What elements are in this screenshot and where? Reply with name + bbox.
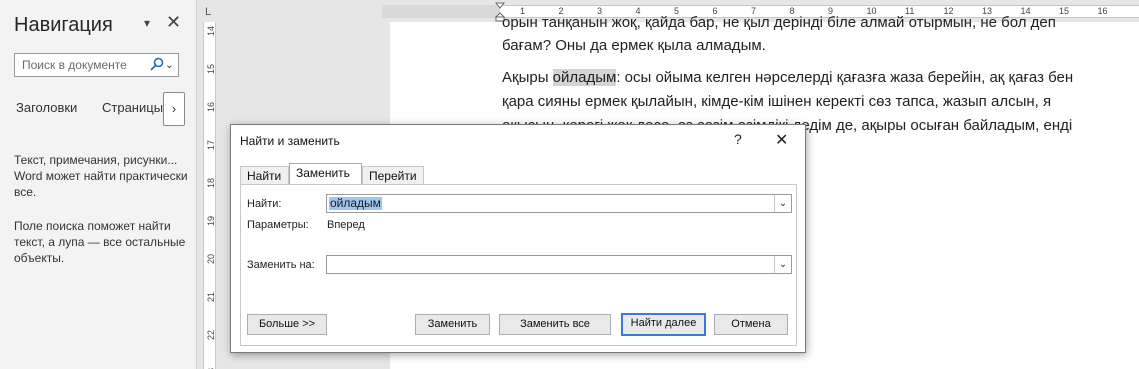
replace-field[interactable]: ⌄ [326,255,792,274]
ruler-number: 14 [206,26,216,37]
close-icon[interactable]: ✕ [166,12,181,33]
find-replace-dialog: Найти и заменить ? ✕ Найти Заменить Пере… [230,124,806,353]
tab-headings[interactable]: Заголовки [16,100,77,115]
replace-label: Заменить на: [247,259,315,271]
doc-line-2-end: : осы ойыма келген нәрселерді қағазға жа… [616,69,1074,86]
find-next-button[interactable]: Найти далее [621,313,706,336]
ruler-number: 21 [206,292,216,303]
replace-panel: Найти: ойладым ⌄ Параметры: Вперед Замен… [240,184,797,346]
replace-all-button[interactable]: Заменить все [499,314,611,335]
find-label: Найти: [247,198,282,210]
close-icon[interactable]: ✕ [775,130,788,150]
ruler-margin-zone [382,5,500,18]
ruler-number: 22 [206,330,216,341]
chevron-down-icon[interactable]: ⌄ [774,195,791,212]
search-highlight: ойладым [552,69,617,86]
tab-goto[interactable]: Перейти [362,166,424,185]
doc-line-0: орын танқанын жоқ, қайда бар, не қыл дер… [502,14,1056,31]
navigation-hint-2: Поле поиска поможет найти текст, а лупа … [14,219,186,265]
chevron-down-icon[interactable]: ▾ [144,16,150,30]
navigation-tabs: Заголовки Страницы › [0,92,197,126]
more-button[interactable]: Больше >> [247,314,327,335]
help-icon[interactable]: ? [734,131,742,147]
options-label: Параметры: [247,219,309,231]
find-field[interactable]: ойладым ⌄ [326,194,792,213]
ruler-number: 16 [206,102,216,113]
tab-replace[interactable]: Заменить [289,163,362,185]
tab-stop-selector[interactable]: L [205,6,211,18]
tab-pages[interactable]: Страницы [102,100,163,115]
find-field-value: ойладым [329,196,382,210]
ruler-number: 15 [1059,6,1070,16]
ruler-number: 19 [206,216,216,227]
doc-line-1: бағам? Оны да ермек қыла алмадым. [502,37,766,54]
search-input[interactable]: Поиск в документе ⌄ [14,53,179,77]
magnifier-icon[interactable]: ⌄ [149,56,174,75]
ruler-number: 17 [206,140,216,151]
tab-find[interactable]: Найти [240,166,289,185]
doc-line-3: қара сияны ермек қылайын, кімде-кім ішін… [502,93,1052,110]
ruler-number: 16 [1097,6,1108,16]
search-placeholder: Поиск в документе [22,58,127,72]
navigation-title: Навигация [14,14,113,36]
navigation-pane: Навигация ▾ ✕ Поиск в документе ⌄ Заголо… [0,0,197,369]
doc-line-2: Ақыры ойладым: осы ойыма келген нәрселер… [502,69,1073,86]
chevron-down-icon[interactable]: ⌄ [774,256,791,273]
more-tabs-button[interactable]: › [163,92,185,126]
chevron-right-icon: › [171,101,177,116]
dialog-title: Найти и заменить [240,134,340,148]
ruler-number: 18 [206,178,216,189]
cancel-button[interactable]: Отмена [714,314,788,335]
ruler-number: 15 [206,64,216,75]
doc-line-2-start: Ақыры [502,69,553,86]
options-value: Вперед [327,219,365,231]
replace-button[interactable]: Заменить [415,314,490,335]
navigation-hint-1: Текст, примечания, рисунки... Word может… [14,153,188,199]
ruler-number: 20 [206,254,216,265]
